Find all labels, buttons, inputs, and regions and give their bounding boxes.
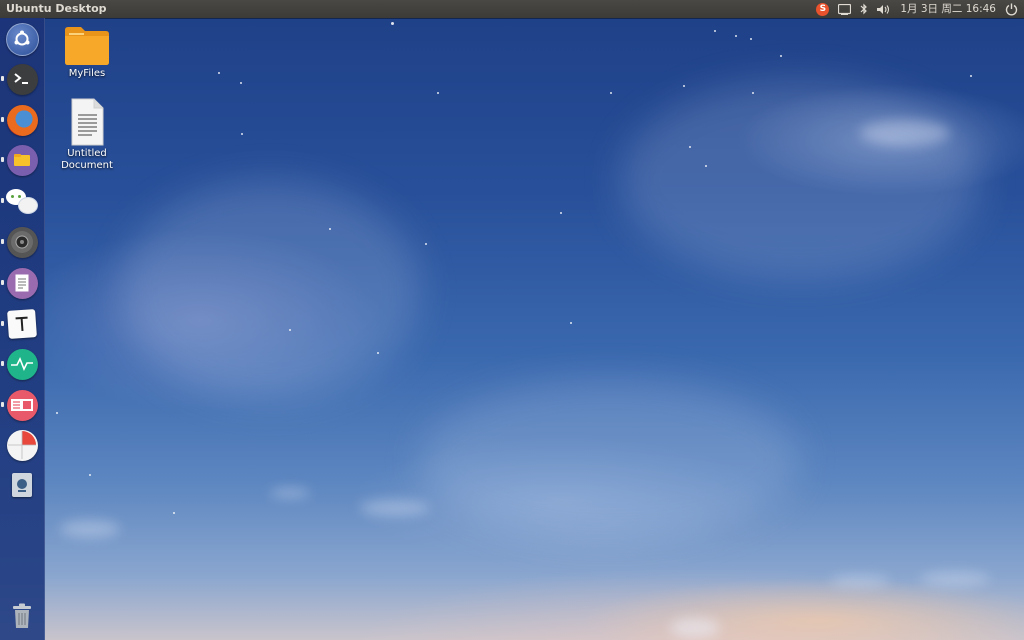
running-indicator: [1, 361, 4, 366]
clock[interactable]: 1月 3日 周二 16:46: [900, 0, 996, 18]
running-indicator: [1, 280, 4, 285]
sogou-input-icon[interactable]: S: [816, 0, 830, 18]
launcher-item-firefox[interactable]: [5, 103, 39, 137]
volume-icon[interactable]: [877, 0, 891, 18]
disk-usage-icon: [6, 429, 38, 461]
running-indicator: [1, 321, 4, 326]
launcher-item-files[interactable]: [5, 143, 39, 177]
launcher-item-presentation[interactable]: [5, 388, 39, 422]
window-title: Ubuntu Desktop: [6, 2, 107, 15]
launcher-item-terminal[interactable]: [5, 62, 39, 96]
terminal-icon: [6, 63, 38, 95]
dash-button[interactable]: [5, 22, 39, 56]
running-indicator: [1, 76, 4, 81]
desktop-icon-myfiles[interactable]: MyFiles: [55, 24, 119, 80]
top-panel: Ubuntu Desktop S 1月 3日 周二 16:46: [0, 0, 1024, 18]
running-indicator: [1, 157, 4, 162]
sogou-label: S: [816, 2, 830, 16]
firefox-icon: [6, 104, 38, 136]
keyboard-icon[interactable]: [838, 0, 852, 18]
running-indicator: [1, 198, 4, 203]
power-icon[interactable]: [1005, 0, 1018, 18]
desktop-wallpaper: [0, 0, 1024, 640]
document-icon: [55, 98, 119, 146]
launcher-item-system-monitor[interactable]: [5, 347, 39, 381]
launcher: [0, 18, 45, 640]
running-indicator: [1, 402, 4, 407]
wechat-icon: [6, 187, 38, 215]
folder-icon: [55, 24, 119, 66]
desktop-icon-label: MyFiles: [68, 68, 106, 79]
launcher-item-text-editor[interactable]: [5, 266, 39, 300]
indicator-area: S 1月 3日 周二 16:46: [816, 0, 1018, 18]
running-indicator: [1, 239, 4, 244]
launcher-item-typora[interactable]: [5, 307, 39, 341]
text-editor-icon: [6, 267, 38, 299]
launcher-item-wechat[interactable]: [5, 184, 39, 218]
disc-icon: [6, 226, 38, 258]
desktop-icon-untitled-document[interactable]: Untitled Document: [55, 98, 119, 172]
trash-icon: [11, 603, 33, 633]
presentation-icon: [6, 389, 38, 421]
launcher-item-disc[interactable]: [5, 225, 39, 259]
typora-icon: [7, 309, 37, 339]
dash-icon: [5, 22, 39, 56]
launcher-item-disk-usage[interactable]: [5, 428, 39, 462]
system-monitor-icon: [6, 348, 38, 380]
vlc-icon: [12, 473, 32, 497]
files-icon: [6, 144, 38, 176]
launcher-item-image-viewer[interactable]: [5, 468, 39, 502]
running-indicator: [1, 117, 4, 122]
bluetooth-icon[interactable]: [860, 0, 868, 18]
launcher-item-trash[interactable]: [5, 601, 39, 635]
desktop-icon-label: Untitled Document: [61, 148, 113, 171]
